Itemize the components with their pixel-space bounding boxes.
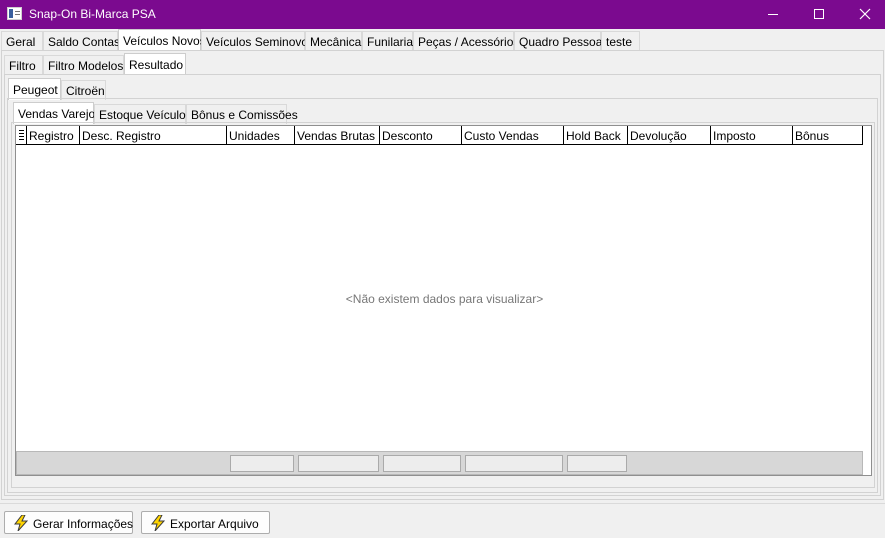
tab-filtro-modelos[interactable]: Filtro Modelos bbox=[43, 55, 124, 75]
exportar-arquivo-label: Exportar Arquivo bbox=[170, 517, 259, 531]
report-tab-strip: Vendas Varejo Estoque Veículos Bônus e C… bbox=[0, 102, 885, 124]
summary-cell-custo-vendas bbox=[465, 455, 563, 472]
summary-cell-unidades bbox=[230, 455, 294, 472]
maximize-icon bbox=[814, 9, 824, 19]
tab-pecas-acessorios[interactable]: Peças / Acessórios bbox=[413, 31, 519, 51]
summary-cell-vendas-brutas bbox=[298, 455, 379, 472]
main-tab-strip: Geral Saldo Contas Veículos Novos Veícul… bbox=[0, 29, 885, 51]
lightning-icon bbox=[14, 515, 28, 531]
grid-summary-footer bbox=[16, 451, 863, 475]
summary-cell-desconto bbox=[383, 455, 461, 472]
gerar-informacoes-label: Gerar Informações bbox=[33, 517, 134, 531]
tab-resultado[interactable]: Resultado bbox=[124, 53, 186, 75]
tab-estoque-veiculos[interactable]: Estoque Veículos bbox=[94, 104, 192, 124]
tab-quadro-pessoal[interactable]: Quadro Pessoal bbox=[514, 31, 605, 51]
sub-tab-strip: Filtro Filtro Modelos Resultado bbox=[0, 53, 885, 75]
data-grid[interactable]: Registro Desc. Registro Unidades Vendas … bbox=[15, 125, 872, 476]
column-chooser-icon[interactable] bbox=[16, 126, 27, 145]
tab-veiculos-novos[interactable]: Veículos Novos bbox=[118, 29, 206, 51]
column-header-unidades[interactable]: Unidades bbox=[227, 126, 295, 145]
column-header-desconto[interactable]: Desconto bbox=[380, 126, 462, 145]
column-header-devolucao[interactable]: Devolução bbox=[628, 126, 711, 145]
close-icon bbox=[859, 8, 871, 20]
tab-veiculos-seminovos[interactable]: Veículos Seminovos bbox=[201, 31, 314, 51]
lightning-icon bbox=[151, 515, 165, 531]
title-bar: Snap-On Bi-Marca PSA bbox=[0, 0, 885, 29]
minimize-icon bbox=[768, 14, 778, 15]
column-header-desc-registro[interactable]: Desc. Registro bbox=[80, 126, 227, 145]
tab-peugeot[interactable]: Peugeot bbox=[8, 78, 61, 100]
close-button[interactable] bbox=[842, 0, 885, 29]
tab-geral[interactable]: Geral bbox=[1, 31, 43, 51]
app-icon bbox=[7, 7, 22, 20]
tab-saldo-contas[interactable]: Saldo Contas bbox=[43, 31, 120, 51]
column-header-custo-vendas[interactable]: Custo Vendas bbox=[462, 126, 564, 145]
exportar-arquivo-button[interactable]: Exportar Arquivo bbox=[141, 511, 270, 534]
brand-tab-strip: Peugeot Citroën bbox=[0, 78, 885, 100]
empty-data-message: <Não existem dados para visualizar> bbox=[345, 292, 544, 306]
column-header-registro[interactable]: Registro bbox=[27, 126, 80, 145]
tab-citroen[interactable]: Citroën bbox=[61, 80, 106, 100]
tab-mecanica[interactable]: Mecânica bbox=[305, 31, 362, 51]
column-header-hold-back[interactable]: Hold Back bbox=[564, 126, 628, 145]
grid-header: Registro Desc. Registro Unidades Vendas … bbox=[16, 126, 863, 145]
column-header-imposto[interactable]: Imposto bbox=[711, 126, 793, 145]
separator bbox=[0, 503, 885, 504]
column-header-vendas-brutas[interactable]: Vendas Brutas bbox=[295, 126, 380, 145]
summary-cell-hold-back bbox=[567, 455, 627, 472]
window-title: Snap-On Bi-Marca PSA bbox=[29, 7, 156, 21]
tab-vendas-varejo[interactable]: Vendas Varejo bbox=[13, 102, 95, 124]
column-header-bonus[interactable]: Bônus bbox=[793, 126, 863, 145]
tab-filtro[interactable]: Filtro bbox=[4, 55, 43, 75]
maximize-button[interactable] bbox=[796, 0, 842, 29]
tab-bonus-comissoes[interactable]: Bônus e Comissões bbox=[186, 104, 298, 124]
tab-funilaria[interactable]: Funilaria bbox=[362, 31, 413, 51]
tab-teste[interactable]: teste bbox=[601, 31, 640, 51]
gerar-informacoes-button[interactable]: Gerar Informações bbox=[4, 511, 133, 534]
minimize-button[interactable] bbox=[750, 0, 796, 29]
